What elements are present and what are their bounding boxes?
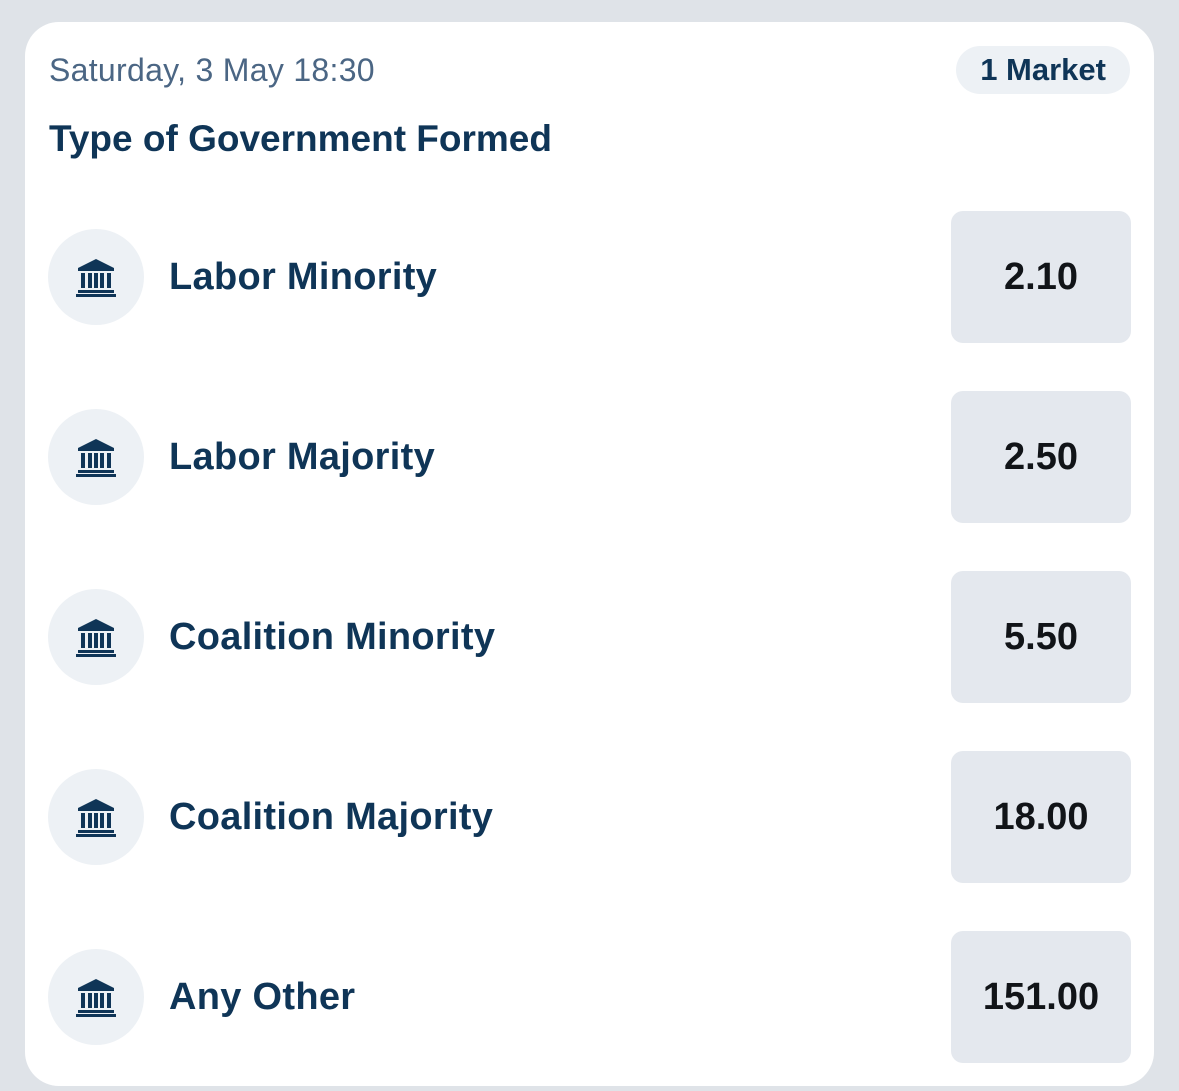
outcome-label: Labor Majority: [169, 435, 436, 478]
parliament-icon: [48, 229, 144, 325]
odds-button[interactable]: 151.00: [951, 931, 1131, 1063]
outcome-label: Any Other: [169, 975, 356, 1018]
odds-button[interactable]: 2.10: [951, 211, 1131, 343]
outcome-row: Labor Minority 2.10: [48, 211, 1131, 343]
odds-button[interactable]: 5.50: [951, 571, 1131, 703]
outcome-row: Any Other 151.00: [48, 931, 1131, 1063]
parliament-icon-glyph: [76, 259, 116, 297]
parliament-icon: [48, 589, 144, 685]
parliament-icon: [48, 409, 144, 505]
market-card: Saturday, 3 May 18:30 1 Market Type of G…: [25, 22, 1154, 1086]
parliament-icon: [48, 949, 144, 1045]
parliament-icon-glyph: [76, 799, 116, 837]
parliament-icon-glyph: [76, 619, 116, 657]
outcome-label: Coalition Minority: [169, 615, 496, 658]
outcome-row: Labor Majority 2.50: [48, 391, 1131, 523]
event-datetime: Saturday, 3 May 18:30: [49, 52, 375, 88]
parliament-icon: [48, 769, 144, 865]
outcome-label: Coalition Majority: [169, 795, 494, 838]
outcome-row: Coalition Minority 5.50: [48, 571, 1131, 703]
outcome-label: Labor Minority: [169, 255, 438, 298]
market-count-badge[interactable]: 1 Market: [956, 46, 1130, 94]
event-title: Type of Government Formed: [49, 118, 552, 159]
odds-button[interactable]: 18.00: [951, 751, 1131, 883]
parliament-icon-glyph: [76, 979, 116, 1017]
outcome-row: Coalition Majority 18.00: [48, 751, 1131, 883]
odds-button[interactable]: 2.50: [951, 391, 1131, 523]
parliament-icon-glyph: [76, 439, 116, 477]
